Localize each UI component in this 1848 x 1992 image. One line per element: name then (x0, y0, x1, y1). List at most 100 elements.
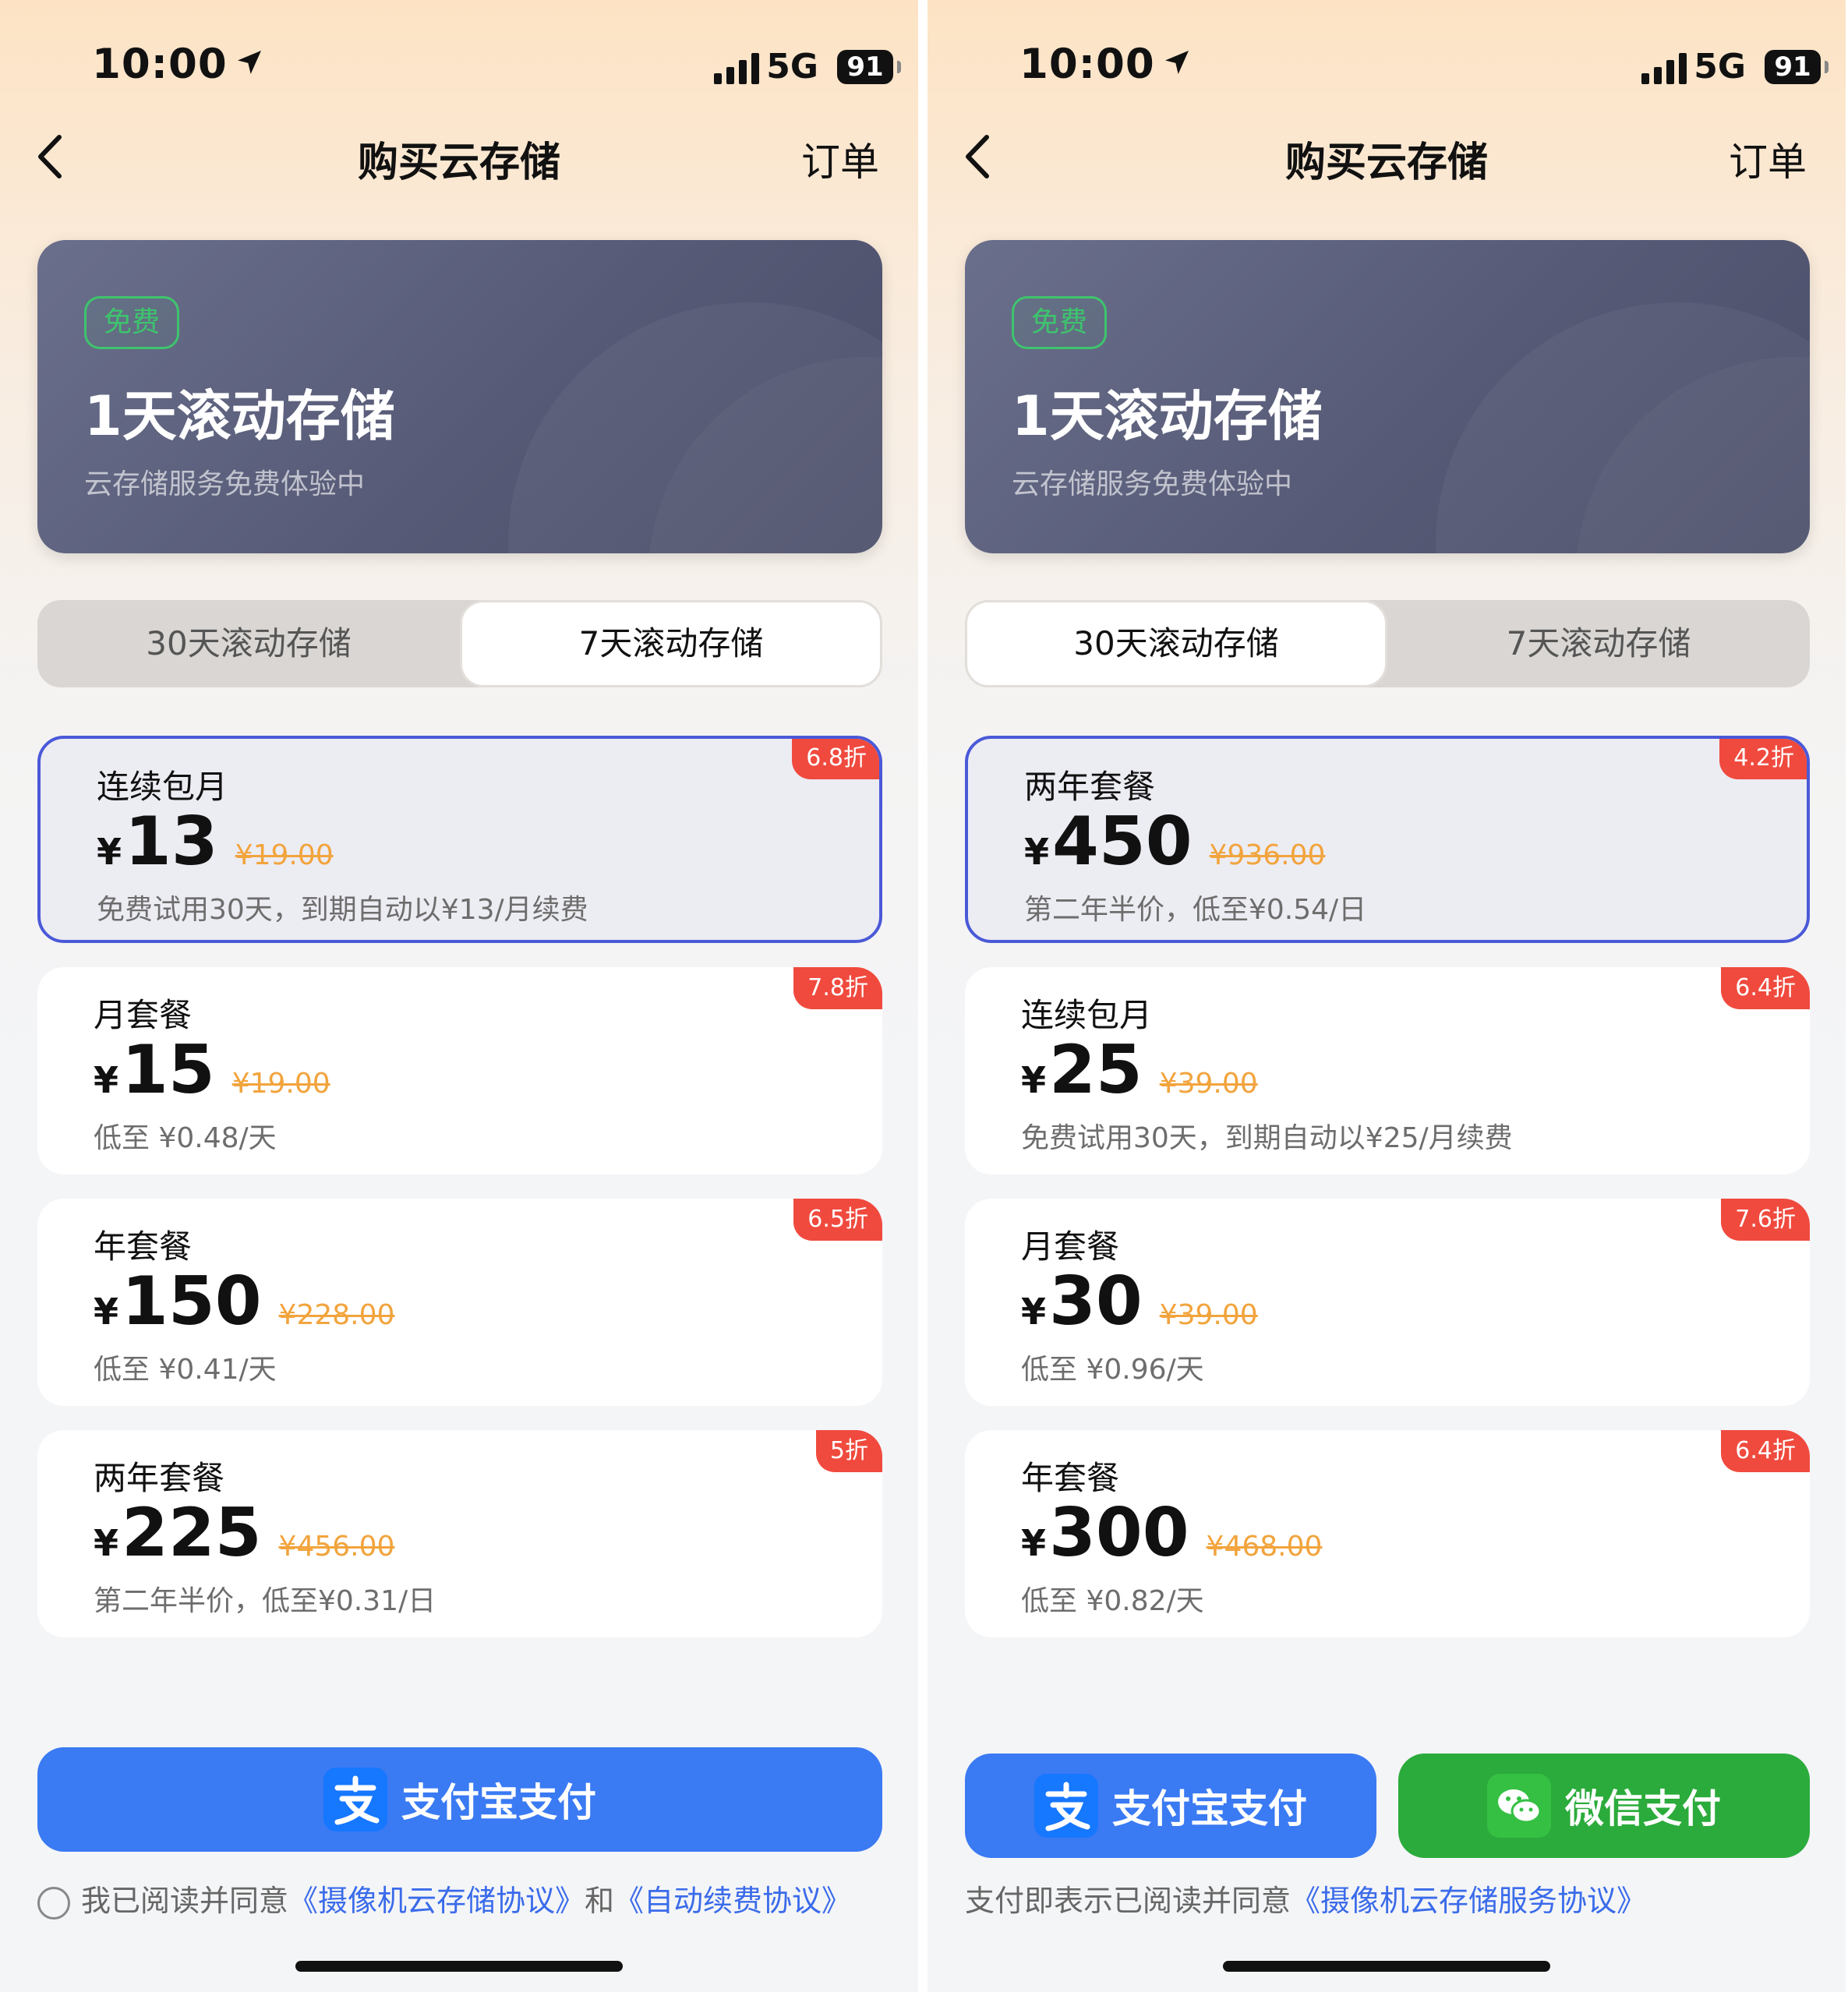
current-plan-subtitle: 云存储服务免费体验中 (1012, 468, 1293, 500)
right-screen: 10:00 5G 91 购买云存储 订单 免费 1天滚动存储 云存储服务免费体验… (928, 0, 1846, 1992)
tab-30-day[interactable]: 30天滚动存储 (37, 600, 460, 687)
status-time-text: 10:00 (92, 41, 228, 88)
current-plan-title: 1天滚动存储 (84, 384, 395, 448)
tab-7-day[interactable]: 7天滚动存储 (460, 600, 882, 687)
plan-name: 两年套餐 (94, 1459, 225, 1497)
price-row: ¥150 ¥228.00 (94, 1263, 394, 1340)
left-screen: 10:00 5G 91 购买云存储 订单 免费 1天滚动存储 云存储服务免费体验… (0, 0, 918, 1992)
discount-badge: 7.8折 (793, 967, 882, 1009)
agreement-prefix: 支付即表示已阅读并同意 (965, 1884, 1291, 1918)
plan-price: 300 (1049, 1494, 1189, 1572)
plan-card-monthly-auto[interactable]: 6.4折 连续包月 ¥25 ¥39.00 免费试用30天，到期自动以¥25/月续费 (965, 967, 1810, 1174)
plan-description: 低至 ¥0.41/天 (94, 1354, 277, 1386)
plan-price: 25 (1049, 1031, 1143, 1109)
plan-price: 15 (122, 1031, 215, 1109)
camera-cloud-storage-agreement-link[interactable]: 《摄像机云存储协议》 (288, 1884, 585, 1918)
plan-description: 低至 ¥0.82/天 (1021, 1585, 1204, 1617)
price-row: ¥15 ¥19.00 (94, 1031, 330, 1109)
nav-bar: 购买云存储 订单 (0, 125, 918, 187)
original-price: ¥936.00 (1209, 839, 1326, 871)
free-badge: 免费 (1012, 296, 1108, 349)
plan-name: 年套餐 (1021, 1459, 1120, 1497)
original-price: ¥456.00 (278, 1531, 395, 1563)
current-plan-subtitle: 云存储服务免费体验中 (84, 468, 366, 500)
currency-symbol: ¥ (1021, 1291, 1047, 1333)
plan-name: 连续包月 (1021, 996, 1153, 1034)
original-price: ¥39.00 (1159, 1068, 1258, 1100)
price-row: ¥30 ¥39.00 (1021, 1263, 1258, 1340)
currency-symbol: ¥ (1024, 831, 1050, 873)
current-plan-card: 免费 1天滚动存储 云存储服务免费体验中 (965, 240, 1810, 553)
alipay-button[interactable]: 支付宝支付 (37, 1747, 882, 1852)
price-row: ¥450 ¥936.00 (1024, 803, 1325, 881)
plan-description: 第二年半价，低至¥0.31/日 (94, 1585, 436, 1617)
plan-card-monthly[interactable]: 7.8折 月套餐 ¥15 ¥19.00 低至 ¥0.48/天 (37, 967, 882, 1174)
status-time-text: 10:00 (1019, 41, 1155, 88)
camera-cloud-storage-service-agreement-link[interactable]: 《摄像机云存储服务协议》 (1291, 1884, 1646, 1918)
current-plan-title: 1天滚动存储 (1012, 384, 1323, 448)
original-price: ¥19.00 (231, 1068, 330, 1100)
network-type: 5G (766, 47, 818, 87)
plan-name: 两年套餐 (1024, 768, 1156, 806)
status-bar: 10:00 5G 91 (0, 41, 918, 95)
tab-7-day[interactable]: 7天滚动存储 (1387, 600, 1810, 687)
discount-badge: 4.2折 (1719, 739, 1807, 779)
plan-card-two-year[interactable]: 5折 两年套餐 ¥225 ¥456.00 第二年半价，低至¥0.31/日 (37, 1430, 882, 1637)
alipay-label: 支付宝支付 (1112, 1786, 1307, 1831)
price-row: ¥300 ¥468.00 (1021, 1494, 1322, 1572)
original-price: ¥228.00 (278, 1299, 395, 1331)
plan-price: 30 (1049, 1263, 1143, 1340)
price-row: ¥13 ¥19.00 (97, 803, 334, 881)
plan-price: 225 (122, 1494, 262, 1572)
plan-card-yearly[interactable]: 6.5折 年套餐 ¥150 ¥228.00 低至 ¥0.41/天 (37, 1199, 882, 1406)
screen-divider (918, 0, 928, 1992)
checkbox-icon[interactable] (37, 1886, 70, 1920)
plan-card-monthly[interactable]: 7.6折 月套餐 ¥30 ¥39.00 低至 ¥0.96/天 (965, 1199, 1810, 1406)
wechat-pay-button[interactable]: 微信支付 (1398, 1754, 1810, 1858)
original-price: ¥19.00 (235, 839, 334, 871)
plan-name: 月套餐 (1021, 1227, 1120, 1266)
alipay-icon (323, 1768, 387, 1831)
signal-bars-icon (1641, 53, 1687, 84)
original-price: ¥39.00 (1159, 1299, 1258, 1331)
discount-badge: 6.8折 (792, 739, 879, 779)
alipay-label: 支付宝支付 (401, 1780, 596, 1825)
plan-price: 150 (122, 1263, 262, 1340)
plan-card-monthly-auto[interactable]: 6.8折 连续包月 ¥13 ¥19.00 免费试用30天，到期自动以¥13/月续费 (37, 736, 882, 943)
agreement-conjunction: 和 (585, 1884, 615, 1918)
tab-30-day[interactable]: 30天滚动存储 (965, 600, 1387, 687)
location-arrow-icon (234, 41, 265, 88)
orders-link[interactable]: 订单 (801, 131, 879, 187)
wechat-pay-label: 微信支付 (1565, 1786, 1721, 1831)
currency-symbol: ¥ (94, 1522, 119, 1564)
page-title: 购买云存储 (1284, 140, 1488, 186)
agreement-row: 我已阅读并同意《摄像机云存储协议》和《自动续费协议》 (37, 1877, 851, 1920)
plan-description: 低至 ¥0.48/天 (94, 1122, 277, 1154)
currency-symbol: ¥ (1021, 1522, 1047, 1564)
network-type: 5G (1694, 47, 1746, 87)
free-badge: 免费 (84, 296, 180, 349)
plan-card-yearly[interactable]: 6.4折 年套餐 ¥300 ¥468.00 低至 ¥0.82/天 (965, 1430, 1810, 1637)
plan-name: 连续包月 (97, 768, 228, 806)
plan-price: 450 (1052, 803, 1193, 881)
price-row: ¥225 ¥456.00 (94, 1494, 394, 1572)
plan-card-two-year[interactable]: 4.2折 两年套餐 ¥450 ¥936.00 第二年半价，低至¥0.54/日 (965, 736, 1810, 943)
discount-badge: 6.4折 (1721, 967, 1810, 1009)
discount-badge: 6.4折 (1721, 1430, 1810, 1472)
plan-description: 第二年半价，低至¥0.54/日 (1024, 894, 1367, 926)
nav-bar: 购买云存储 订单 (928, 125, 1846, 187)
orders-link[interactable]: 订单 (1729, 131, 1807, 187)
alipay-button[interactable]: 支付宝支付 (965, 1754, 1376, 1858)
status-time: 10:00 (1019, 41, 1193, 88)
discount-badge: 6.5折 (793, 1199, 882, 1241)
original-price: ¥468.00 (1206, 1531, 1323, 1563)
agreement-prefix: 我已阅读并同意 (81, 1884, 289, 1918)
battery-indicator: 91 (837, 50, 901, 84)
discount-badge: 7.6折 (1721, 1199, 1810, 1241)
plan-description: 免费试用30天，到期自动以¥13/月续费 (97, 894, 588, 926)
plan-description: 低至 ¥0.96/天 (1021, 1354, 1204, 1386)
home-indicator (295, 1961, 623, 1972)
alipay-icon (1034, 1774, 1098, 1838)
auto-renew-agreement-link[interactable]: 《自动续费协议》 (614, 1884, 851, 1918)
storage-duration-tabs: 30天滚动存储 7天滚动存储 (37, 600, 882, 687)
